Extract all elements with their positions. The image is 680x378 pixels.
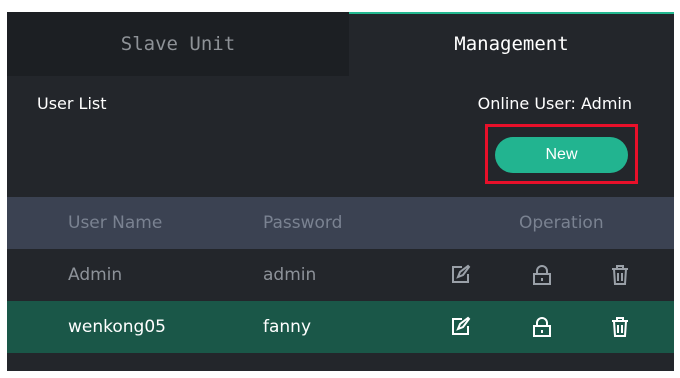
online-user-status: Online User: Admin [477, 94, 632, 113]
column-header-password: Password [263, 213, 343, 233]
lock-icon[interactable] [530, 315, 554, 339]
user-name-cell: Admin [68, 265, 123, 285]
table-row[interactable]: wenkong05 fanny [7, 301, 674, 353]
column-header-user-name: User Name [68, 213, 163, 233]
user-management-panel: Slave Unit Management User List Online U… [7, 12, 674, 371]
tab-slave-unit[interactable]: Slave Unit [7, 12, 349, 76]
new-user-button[interactable]: New [495, 137, 628, 173]
tab-management[interactable]: Management [349, 12, 674, 76]
user-table: User Name Password Operation Admin admin… [7, 197, 674, 353]
tab-management-label: Management [454, 33, 569, 55]
tab-bar: Slave Unit Management [7, 12, 674, 76]
table-row[interactable]: Admin admin [7, 249, 674, 301]
delete-icon[interactable] [608, 315, 632, 339]
table-header-row: User Name Password Operation [7, 197, 674, 249]
edit-icon[interactable] [448, 315, 472, 339]
column-header-operation: Operation [519, 213, 604, 233]
edit-icon[interactable] [448, 263, 472, 287]
tab-slave-unit-label: Slave Unit [120, 33, 236, 55]
user-name-cell: wenkong05 [68, 317, 166, 337]
section-title: User List [37, 94, 107, 113]
new-button-highlight: New [485, 124, 638, 184]
password-cell: admin [263, 265, 317, 285]
password-cell: fanny [263, 317, 312, 337]
delete-icon[interactable] [608, 263, 632, 287]
active-tab-indicator [349, 12, 674, 14]
lock-icon[interactable] [530, 263, 554, 287]
